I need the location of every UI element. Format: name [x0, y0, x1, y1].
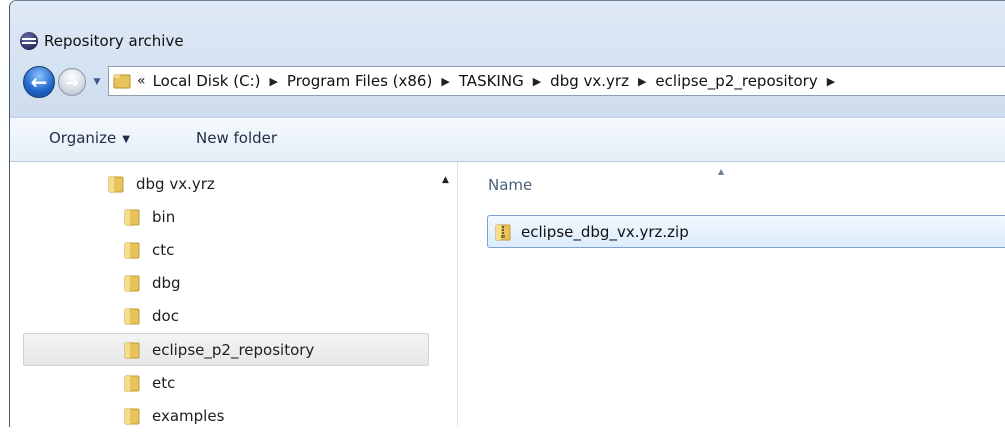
- command-bar: Organize ▼ New folder: [10, 117, 1005, 162]
- folder-icon: [124, 375, 140, 391]
- back-arrow-icon: ←: [30, 70, 48, 94]
- navigation-pane: dbg vx.yrz bin ctc dbg doc eclipse_p2_re…: [10, 162, 458, 427]
- breadcrumb-arrow-icon[interactable]: ▶: [269, 75, 277, 88]
- breadcrumb-arrow-icon[interactable]: ▶: [533, 75, 541, 88]
- column-header-name[interactable]: Name: [488, 176, 532, 194]
- address-bar[interactable]: « Local Disk (C:) ▶ Program Files (x86) …: [108, 66, 1005, 96]
- tree-item-examples[interactable]: examples: [123, 399, 224, 432]
- tree-item-label: doc: [152, 306, 179, 325]
- folder-icon: [124, 342, 140, 358]
- breadcrumb-eclipse-repo[interactable]: eclipse_p2_repository: [655, 72, 817, 90]
- folder-icon: [108, 176, 124, 192]
- breadcrumb-arrow-icon[interactable]: ▶: [638, 75, 646, 88]
- tree-item-label: eclipse_p2_repository: [152, 340, 315, 359]
- folder-icon: [124, 275, 140, 291]
- tree-item-dbg[interactable]: dbg: [123, 266, 181, 299]
- breadcrumb-local-disk[interactable]: Local Disk (C:): [153, 72, 261, 90]
- breadcrumb-arrow-icon[interactable]: ▶: [827, 75, 835, 88]
- chevron-down-icon: ▼: [122, 134, 130, 145]
- file-list-pane: Name ▲ eclipse_dbg_vx.yrz.zip: [458, 162, 1005, 427]
- zip-folder-icon: [495, 224, 511, 240]
- recent-pages-dropdown[interactable]: ▼: [90, 76, 104, 88]
- tree-item-doc[interactable]: doc: [123, 299, 179, 332]
- file-name: eclipse_dbg_vx.yrz.zip: [521, 222, 689, 241]
- vertical-scrollbar[interactable]: ▲: [438, 162, 457, 427]
- breadcrumb-dbg[interactable]: dbg vx.yrz: [550, 72, 629, 90]
- folder-icon: [113, 74, 131, 89]
- back-button[interactable]: ←: [23, 66, 55, 98]
- organize-label: Organize: [49, 129, 117, 147]
- folder-icon: [124, 308, 140, 324]
- new-folder-button[interactable]: New folder: [196, 129, 277, 147]
- tree-item-eclipse-p2-repository[interactable]: eclipse_p2_repository: [23, 333, 429, 366]
- organize-button[interactable]: Organize ▼: [49, 129, 130, 147]
- tree-item-label: dbg: [152, 273, 181, 292]
- folder-icon: [124, 408, 140, 424]
- breadcrumb-program-files[interactable]: Program Files (x86): [287, 72, 432, 90]
- forward-button[interactable]: →: [58, 68, 86, 96]
- breadcrumb-overflow[interactable]: «: [137, 73, 146, 89]
- folder-icon: [124, 242, 140, 258]
- explorer-window: Repository archive ← → ▼ « Local Disk (C…: [9, 0, 1005, 427]
- scroll-up-arrow-icon[interactable]: ▲: [442, 175, 449, 185]
- navigation-row: ← → ▼ « Local Disk (C:) ▶ Program Files …: [20, 64, 1005, 100]
- tree-item-label: examples: [152, 406, 225, 425]
- file-row-eclipse-dbg-zip[interactable]: eclipse_dbg_vx.yrz.zip: [487, 215, 1005, 248]
- eclipse-icon: [20, 32, 38, 50]
- forward-arrow-icon: →: [65, 72, 79, 92]
- tree-item-ctc[interactable]: ctc: [123, 233, 174, 266]
- breadcrumb-tasking[interactable]: TASKING: [459, 72, 524, 90]
- window-title: Repository archive: [44, 32, 184, 50]
- title-bar: Repository archive: [20, 29, 184, 53]
- breadcrumb-arrow-icon[interactable]: ▶: [441, 75, 449, 88]
- tree-item-bin[interactable]: bin: [123, 200, 175, 233]
- tree-item-label: etc: [152, 373, 176, 392]
- tree-item-label: dbg vx.yrz: [136, 174, 215, 193]
- tree-item-label: ctc: [152, 240, 175, 259]
- tree-item-dbg-vx-yrz[interactable]: dbg vx.yrz: [107, 167, 215, 200]
- folder-icon: [124, 209, 140, 225]
- sort-ascending-icon: ▲: [718, 167, 725, 176]
- tree-item-etc[interactable]: etc: [123, 366, 175, 399]
- chevron-down-icon: ▼: [93, 77, 101, 87]
- tree-item-label: bin: [152, 207, 176, 226]
